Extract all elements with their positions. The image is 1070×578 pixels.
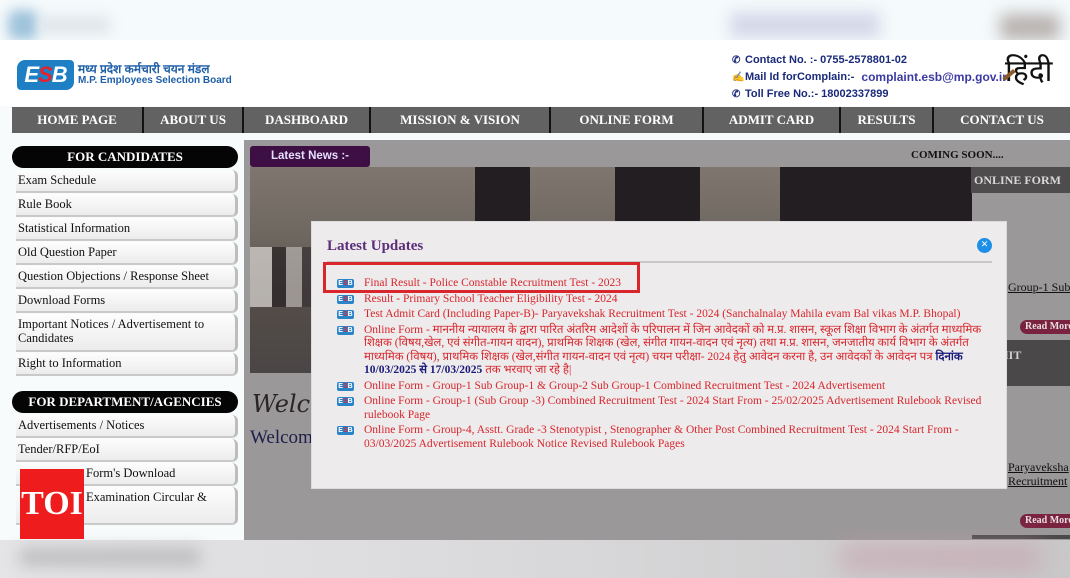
toll-free-number: Toll Free No.:- 18002337899 (745, 88, 889, 100)
blurred-top-strip (0, 0, 1070, 40)
phone-icon: ✆ (732, 55, 741, 66)
welcome-text: Welcom (250, 427, 313, 448)
update-text: Online Form - माननीय न्यायालय के द्वारा … (364, 323, 982, 363)
sidebar-item-question-objections[interactable]: Question Objections / Response Sheet (16, 266, 238, 289)
update-suffix: तक भरवाए जा रहे है| (485, 364, 572, 376)
mail-label: Mail Id forComplain:- (745, 71, 855, 83)
highlight-annotation-box (323, 262, 640, 293)
coming-soon-ticker: COMING SOON.... (911, 149, 1004, 161)
modal-title: Latest Updates (327, 238, 424, 254)
esb-bullet-icon: ESB (337, 381, 354, 391)
sidebar-item-tender-rfp-eoi[interactable]: Tender/RFP/EoI (16, 439, 238, 462)
sidebar-item-exam-schedule[interactable]: Exam Schedule (16, 170, 238, 193)
hindi-language-link[interactable]: हिंदी (1002, 55, 1052, 89)
blurred-bottom-strip (0, 540, 1070, 578)
update-link-group1-subgroup3[interactable]: Online Form - Group-1 (Sub Group -3) Com… (364, 395, 987, 422)
panel-divider (972, 535, 1070, 539)
nav-results[interactable]: RESULTS (841, 107, 934, 133)
contact-number: Contact No. :- 0755-2578801-02 (745, 54, 908, 66)
update-link-admit-card[interactable]: Test Admit Card (Including Paper-B)- Par… (364, 308, 987, 322)
nav-contact-us[interactable]: CONTACT US (934, 107, 1070, 133)
nav-mission-vision[interactable]: MISSION & VISION (371, 107, 551, 133)
update-item[interactable]: ESB Online Form - माननीय न्यायालय के द्वा… (337, 324, 987, 378)
logo-english-name: M.P. Employees Selection Board (78, 75, 232, 86)
read-more-button[interactable]: Read More (1020, 320, 1070, 334)
update-item[interactable]: ESB Result - Primary School Teacher Eligi… (337, 293, 987, 307)
mail-icon: ✍ (732, 72, 745, 83)
latest-news-label: Latest News :- (250, 146, 370, 167)
sidebar-item-right-to-information[interactable]: Right to Information (16, 353, 238, 376)
online-form-panel-heading: ONLINE FORM (971, 167, 1070, 193)
esb-bullet-icon: ESB (337, 397, 354, 406)
update-item[interactable]: ESB Online Form - Group-1 Sub Group-1 & G… (337, 380, 987, 394)
update-item[interactable]: ESB Online Form - Group-1 (Sub Group -3) … (337, 395, 987, 422)
nav-home-page[interactable]: HOME PAGE (12, 107, 144, 133)
sidebar-item-rule-book[interactable]: Rule Book (16, 194, 238, 217)
update-link-hindi-online-form[interactable]: Online Form - माननीय न्यायालय के द्वारा … (364, 324, 987, 378)
close-icon[interactable]: ✕ (977, 238, 992, 253)
candidates-heading: FOR CANDIDATES (12, 146, 238, 168)
admit-card-news-link[interactable]: Paryaveksha Recruitment (1008, 460, 1069, 488)
toi-watermark-logo: TOI (20, 469, 84, 539)
update-link-group1-online-form[interactable]: Online Form - Group-1 Sub Group-1 & Grou… (364, 380, 987, 394)
online-form-news-link[interactable]: Group-1 Sub (1008, 280, 1070, 295)
admit-link-line1: Paryaveksha (1008, 460, 1069, 474)
logo-mark: ESB (17, 60, 74, 90)
main-navigation: HOME PAGE ABOUT US DASHBOARD MISSION & V… (12, 107, 1070, 133)
sidebar-item-important-notices[interactable]: Important Notices / Advertisement to Can… (16, 314, 238, 352)
logo-hindi-name: मध्य प्रदेश कर्मचारी चयन मंडल (78, 62, 210, 76)
latest-updates-modal: Latest Updates ✕ ESB Final Result - Polic… (311, 221, 1007, 489)
department-heading: FOR DEPARTMENT/AGENCIES (12, 391, 238, 413)
sidebar-item-download-forms[interactable]: Download Forms (16, 290, 238, 313)
update-item[interactable]: ESB Online Form - Group-4, Asstt. Grade -… (337, 424, 987, 451)
nav-about-us[interactable]: ABOUT US (144, 107, 244, 133)
nav-dashboard[interactable]: DASHBOARD (244, 107, 371, 133)
esb-logo[interactable]: ESB मध्य प्रदेश कर्मचारी चयन मंडल M.P. E… (17, 60, 232, 90)
complaint-email-link[interactable]: complaint.esb@mp.gov.in (861, 69, 1009, 86)
admit-link-line2: Recruitment (1008, 474, 1068, 488)
updates-list: ESB Final Result - Police Constable Recru… (337, 277, 987, 453)
update-item[interactable]: ESB Test Admit Card (Including Paper-B)- … (337, 308, 987, 322)
esb-bullet-icon: ESB (337, 294, 354, 304)
update-link-group4[interactable]: Online Form - Group-4, Asstt. Grade -3 S… (364, 424, 987, 451)
nav-admit-card[interactable]: ADMIT CARD (704, 107, 841, 133)
contact-info: ✆ Contact No. :- 0755-2578801-02 ✍ Mail Id… (732, 52, 1010, 103)
sidebar-item-old-question-paper[interactable]: Old Question Paper (16, 242, 238, 265)
esb-bullet-icon: ESB (337, 426, 354, 435)
esb-bullet-icon: ESB (337, 325, 354, 335)
nav-online-form[interactable]: ONLINE FORM (551, 107, 704, 133)
sidebar-item-advertisements-notices[interactable]: Advertisements / Notices (16, 415, 238, 438)
site-header: ESB मध्य प्रदेश कर्मचारी चयन मंडल M.P. E… (0, 40, 1070, 106)
update-link-tet-result[interactable]: Result - Primary School Teacher Eligibil… (364, 293, 987, 307)
phone-icon: ✆ (732, 89, 741, 100)
sidebar-item-statistical-information[interactable]: Statistical Information (16, 218, 238, 241)
esb-bullet-icon: ESB (337, 310, 354, 319)
read-more-button[interactable]: Read More (1020, 514, 1070, 528)
